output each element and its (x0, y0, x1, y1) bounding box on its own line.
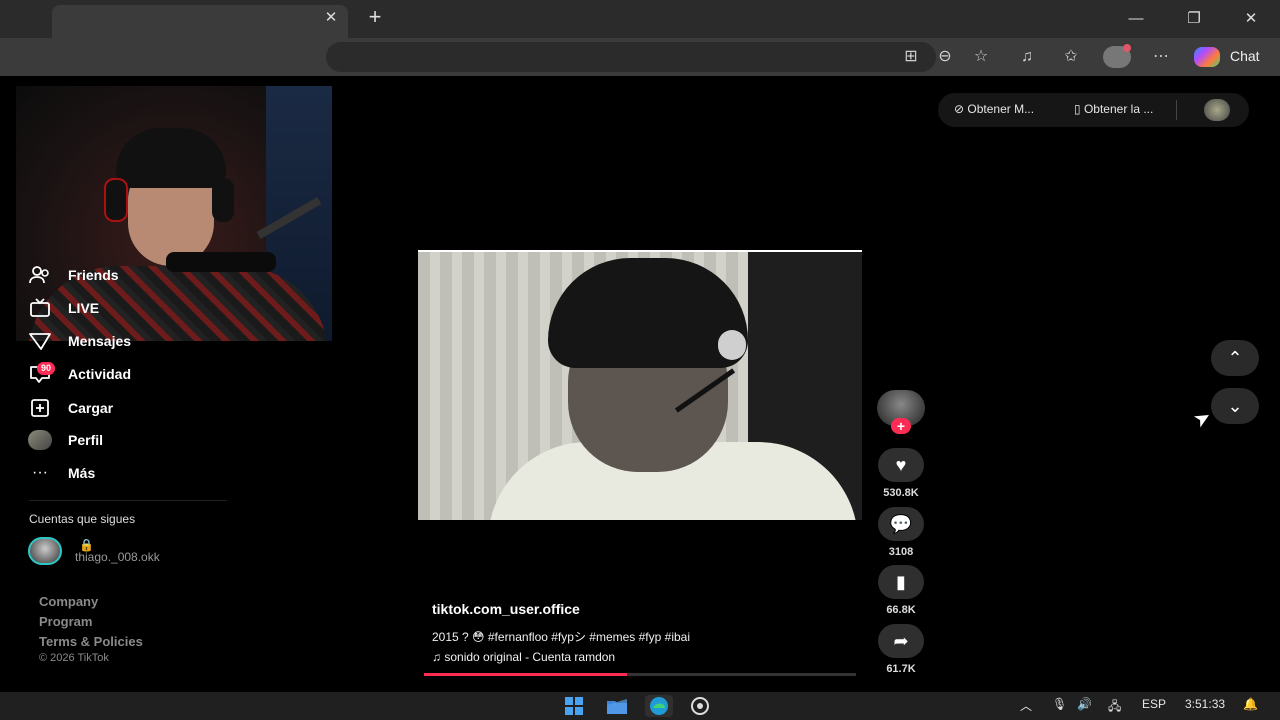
follow-plus-button[interactable]: + (891, 418, 911, 434)
like-count: 530.8K (883, 487, 919, 499)
copyright: © 2026 TikTok (39, 652, 109, 664)
grid-apps-icon[interactable]: ⊞ (900, 47, 922, 67)
sidebar-divider (29, 500, 227, 501)
sidebar-item-label: Friends (68, 267, 119, 283)
sidebar-item-label: Cargar (68, 400, 114, 416)
live-icon (28, 296, 52, 320)
comment-button[interactable]: 💬 (878, 507, 924, 541)
video-progress-bar[interactable] (424, 673, 856, 676)
comment-icon: 💬 (889, 514, 913, 534)
clock-time[interactable]: 3:51:33 (1185, 697, 1225, 711)
profile-icon (28, 428, 52, 452)
notification-dot (1123, 44, 1131, 52)
friends-icon (28, 263, 52, 287)
sidebar-item-messages[interactable]: Mensajes (28, 329, 131, 353)
sidebar-item-label: LIVE (68, 300, 100, 316)
get-desktop-label: Obtener la ... (1083, 102, 1154, 116)
avatar[interactable] (28, 537, 62, 565)
browser-toolbar: ⊞ ⊖ ☆ ♫ ✩ ⋯ (0, 38, 1280, 76)
music-note-icon: ♫ (432, 650, 441, 664)
next-video-button[interactable]: ⌄ (1211, 388, 1259, 424)
get-app-button[interactable]: ⊘ Obtener M... (954, 102, 1034, 116)
speaker-icon[interactable]: 🔊 (1077, 697, 1092, 711)
sidebar-item-friends[interactable]: Friends (28, 263, 119, 287)
heart-icon: ♥ (895, 455, 907, 475)
video-music[interactable]: ♫ sonido original - Cuenta ramdon (432, 650, 615, 664)
chevron-down-icon: ⌄ (1227, 396, 1243, 416)
more-icon[interactable]: ⋯ (1150, 47, 1172, 67)
get-desktop-app-button[interactable]: ▯ Obtener la ... (1074, 102, 1153, 116)
favorite-star-icon[interactable]: ☆ (970, 47, 992, 67)
notifications-bell-icon[interactable]: 🔔 (1243, 697, 1258, 711)
tab-close-icon[interactable]: ✕ (322, 8, 340, 28)
download-icon: ⊘ (954, 102, 965, 116)
input-language[interactable]: ESP (1142, 697, 1166, 711)
collections-icon[interactable]: ♫ (1016, 47, 1038, 67)
copilot-logo-icon (1194, 47, 1220, 67)
save-count: 66.8K (886, 604, 916, 616)
close-window-button[interactable]: ✕ (1239, 8, 1263, 30)
address-bar[interactable] (326, 42, 936, 72)
save-button[interactable]: ▮ (878, 565, 924, 599)
share-icon: ➦ (893, 631, 909, 651)
share-button[interactable]: ➦ (878, 624, 924, 658)
sidebar-item-upload[interactable]: Cargar (28, 396, 113, 420)
sidebar-item-live[interactable]: LIVE (28, 296, 99, 320)
tiktok-page: Friends LIVE Mensajes Actividad Cargar P… (6, 76, 1274, 688)
video-description: 2015 ? 😳 #fernanfloo #fypシ #memes #fyp #… (432, 630, 690, 644)
device-icon: ▯ (1074, 102, 1081, 116)
chat-label: Chat (1230, 48, 1260, 64)
video-progress-fill (424, 673, 628, 676)
previous-video-button[interactable]: ⌃ (1211, 340, 1259, 376)
like-button[interactable]: ♥ (878, 448, 924, 482)
more-icon: ··· (32, 464, 48, 481)
messages-icon (28, 329, 52, 353)
sidebar-item-label: Más (68, 465, 96, 481)
browser-title-bar: ✕ + — ❐ ✕ (0, 0, 1280, 38)
restore-button[interactable]: ❐ (1182, 8, 1206, 30)
new-tab-button[interactable]: + (363, 6, 387, 30)
edge-icon[interactable] (645, 695, 673, 717)
windows-taskbar: ︿ 🎙 🔊 🖧 ESP 3:51:33 🔔 (0, 692, 1280, 720)
comment-count: 3108 (888, 546, 914, 558)
following-account-name[interactable]: thiago._008.okk (75, 550, 160, 564)
copilot-chat-button[interactable]: Chat (1188, 43, 1272, 71)
upload-icon (28, 396, 52, 420)
music-label: sonido original - Cuenta ramdon (444, 650, 616, 664)
avatar[interactable] (1204, 99, 1230, 121)
footer-link-company[interactable]: Company (39, 594, 98, 609)
bookmark-icon: ▮ (896, 572, 906, 592)
chevron-up-icon: ⌃ (1227, 348, 1243, 368)
top-actions-pill: ⊘ Obtener M... ▯ Obtener la ... (938, 93, 1249, 127)
get-app-label: Obtener M... (967, 102, 1035, 116)
footer-link-terms[interactable]: Terms & Policies (39, 634, 143, 649)
zoom-icon[interactable]: ⊖ (934, 47, 956, 67)
following-title: Cuentas que sigues (29, 512, 136, 526)
file-explorer-icon[interactable] (603, 695, 631, 717)
minimize-button[interactable]: — (1124, 8, 1148, 30)
pill-divider (1176, 100, 1177, 120)
share-count: 61.7K (886, 663, 916, 675)
sidebar-item-label: Perfil (68, 432, 104, 448)
sidebar-item-label: Actividad (68, 366, 132, 382)
browser-tab[interactable] (52, 5, 348, 38)
video-author[interactable]: tiktok.com_user.office (432, 601, 580, 617)
obs-icon[interactable] (686, 695, 714, 717)
activity-badge: 90 (37, 362, 56, 375)
windows-start-icon[interactable] (560, 695, 588, 717)
sidebar-item-more[interactable]: ··· Más (28, 461, 95, 485)
favorites-list-icon[interactable]: ✩ (1060, 47, 1082, 67)
sidebar-item-label: Mensajes (68, 333, 132, 349)
sidebar-item-profile[interactable]: Perfil (28, 428, 103, 452)
network-icon[interactable]: 🖧 (1108, 697, 1121, 718)
video-player[interactable] (418, 250, 862, 520)
chevron-up-icon[interactable]: ︿ (1020, 697, 1032, 714)
microphone-icon[interactable]: 🎙 (1052, 697, 1067, 711)
footer-link-program[interactable]: Program (39, 614, 92, 629)
